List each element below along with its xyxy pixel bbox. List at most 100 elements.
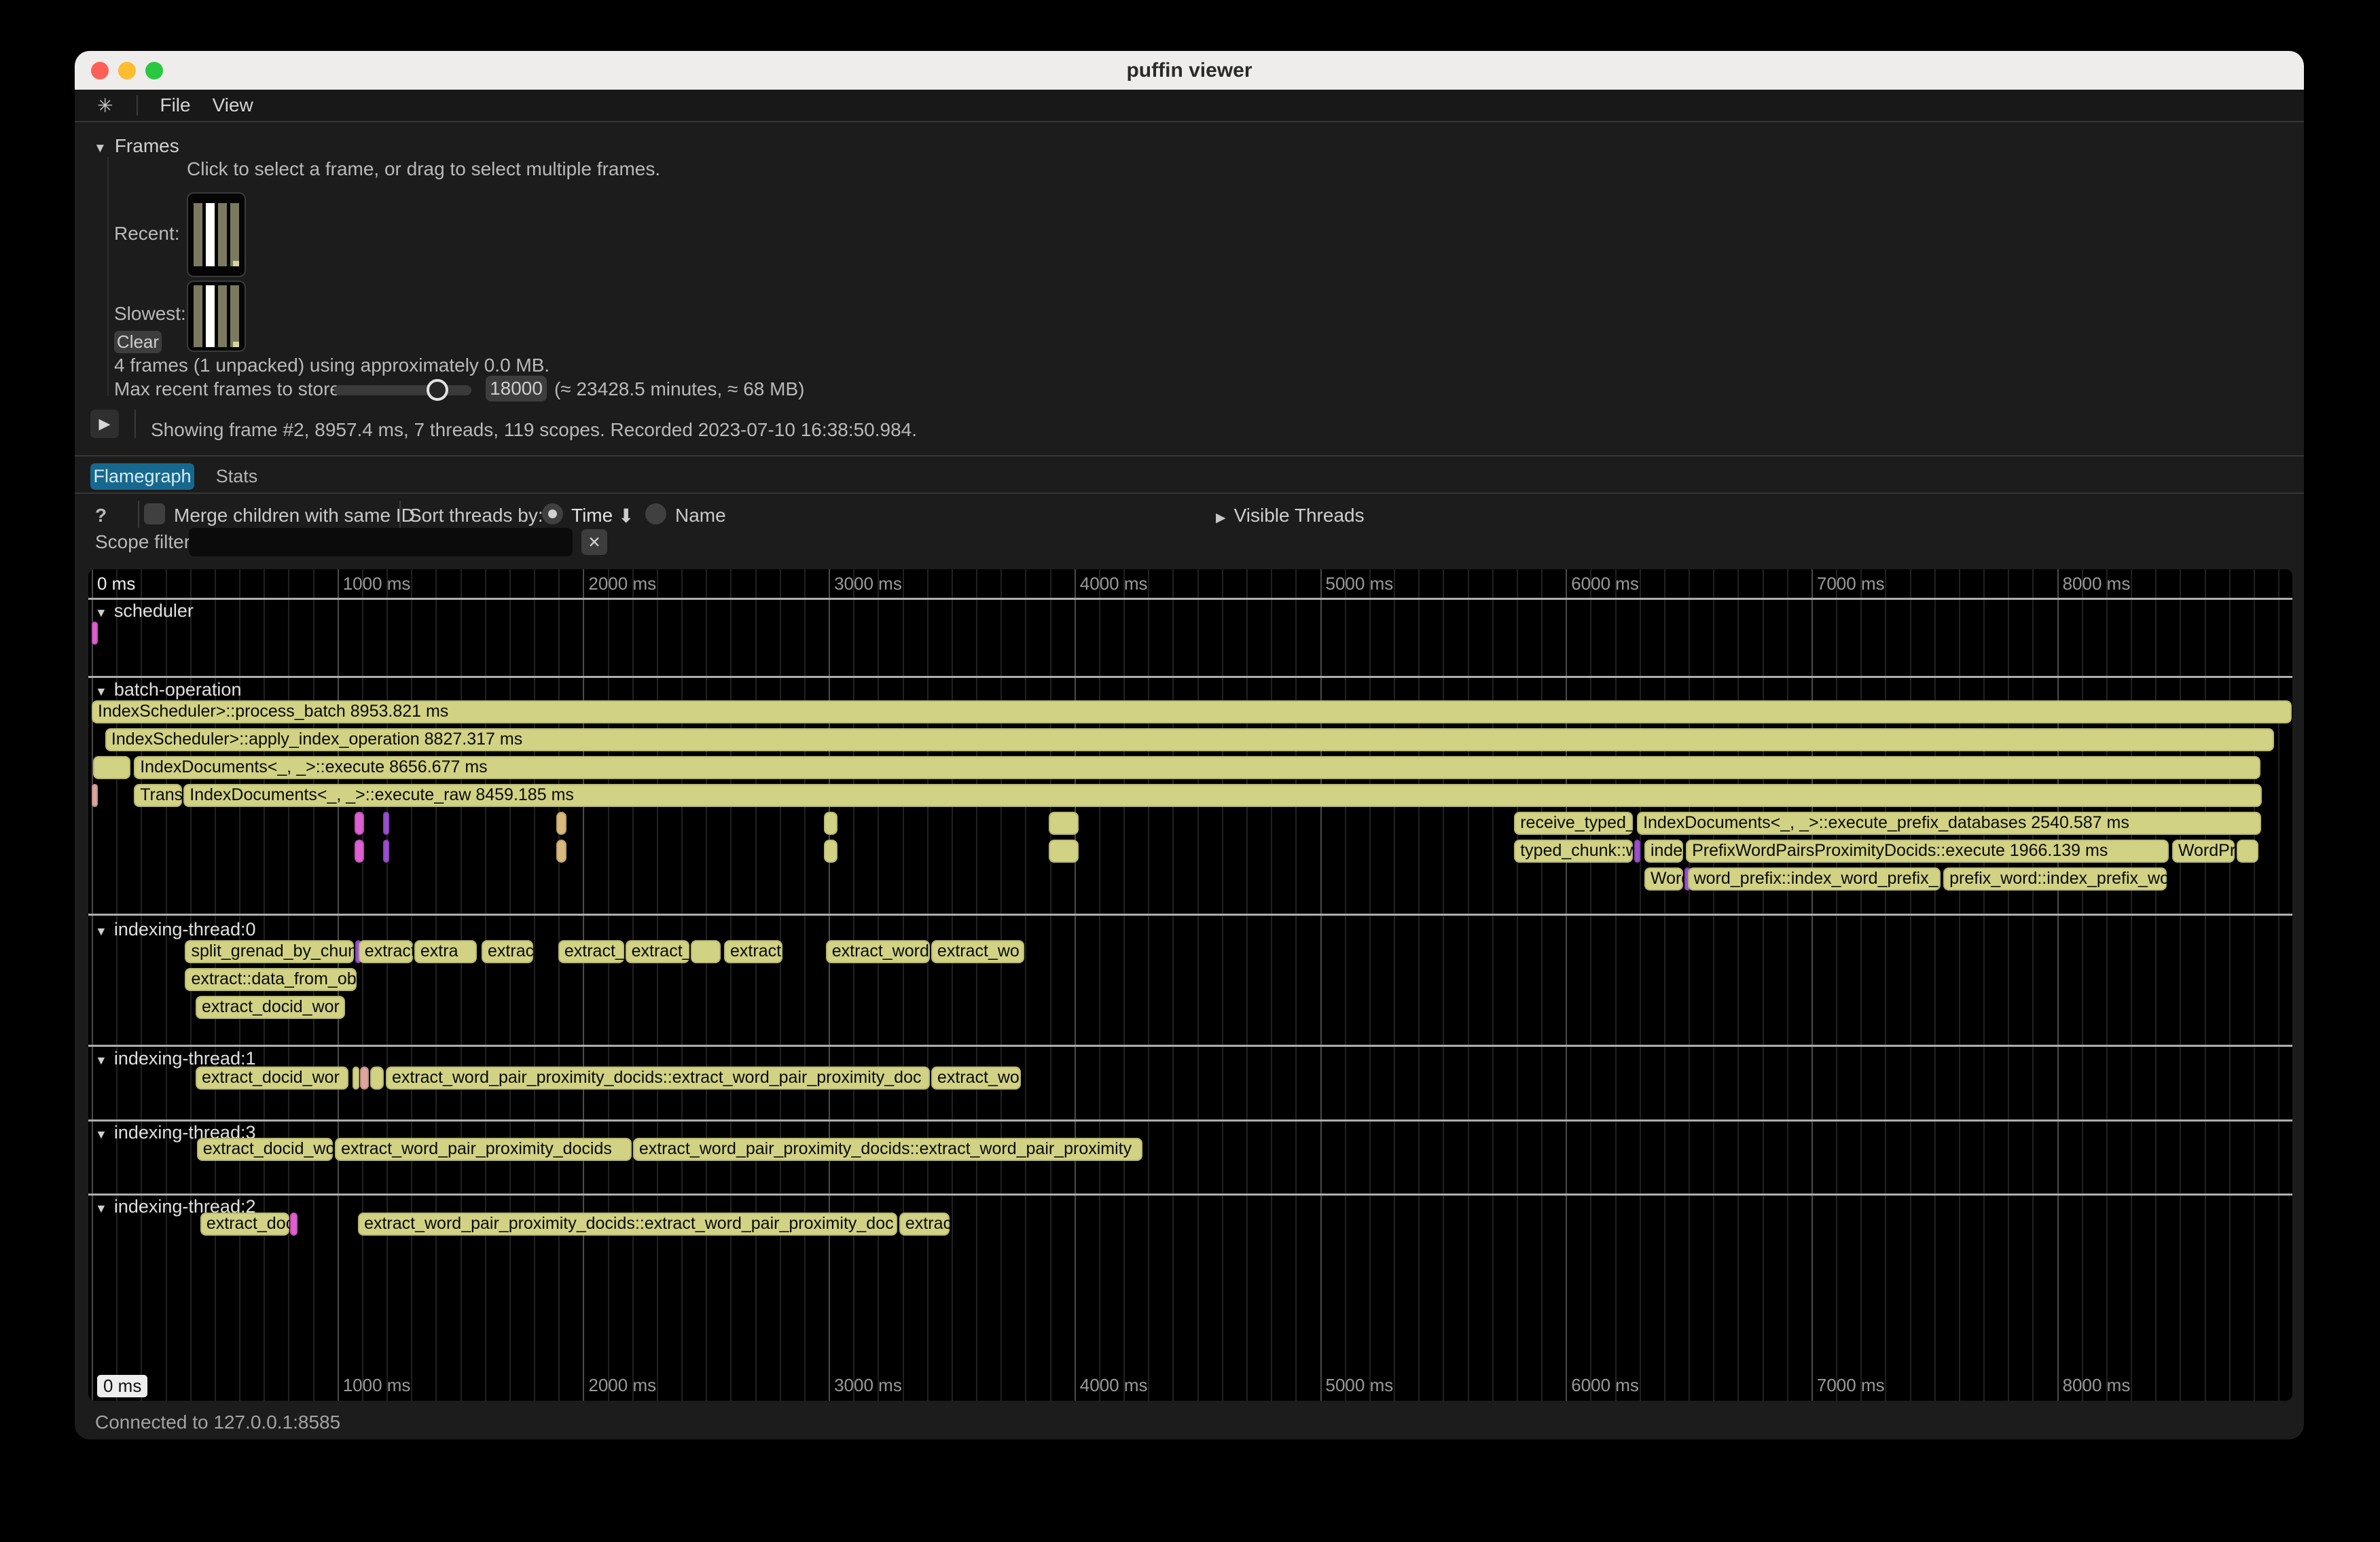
recent-frames-thumbnail[interactable] (187, 192, 246, 277)
frames-section-header[interactable]: ▼Frames (94, 135, 179, 157)
scope-bar[interactable] (383, 812, 389, 835)
frame-bar (194, 285, 202, 347)
scope-bar[interactable] (370, 1066, 384, 1090)
scope-bar[interactable]: extract_ (558, 940, 624, 963)
scope-bar[interactable] (1634, 840, 1640, 863)
thread-header[interactable]: ▼scheduler (95, 600, 194, 622)
scope-bar[interactable] (556, 812, 566, 835)
help-button[interactable]: ? (95, 505, 107, 526)
scope-bar[interactable]: extract_word_pair_proximity_docids::extr… (386, 1066, 930, 1090)
minor-gridline (1836, 569, 1837, 1401)
flamegraph-canvas[interactable]: 0 ms0 ms1000 ms1000 ms2000 ms2000 ms3000… (88, 569, 2292, 1401)
scope-bar[interactable] (92, 784, 98, 807)
scope-bar[interactable]: word_prefix::index_word_prefix_ (1688, 867, 1941, 891)
scope-bar[interactable]: prefix_word::index_prefix_wo (1943, 867, 2167, 891)
scope-bar[interactable]: extract (724, 940, 782, 963)
minor-gridline (657, 569, 658, 1401)
tab-flamegraph[interactable]: Flamegraph (90, 463, 194, 490)
scope-bar[interactable]: extract_ (626, 940, 689, 963)
scope-bar[interactable]: extract::data_from_ob (185, 968, 356, 991)
sort-direction-icon[interactable]: ⬇ (618, 505, 634, 527)
status-text: Connected to 127.0.0.1:8585 (95, 1412, 340, 1433)
time-tick-label: 1000 ms (343, 1375, 411, 1396)
major-gridline (2057, 569, 2059, 1401)
minor-gridline (1541, 569, 1543, 1401)
minor-gridline (804, 569, 806, 1401)
scope-bar[interactable]: Word (1644, 867, 1683, 891)
minor-gridline (485, 569, 486, 1401)
scope-bar[interactable] (93, 756, 130, 779)
scope-bar[interactable] (2237, 840, 2258, 863)
scope-bar[interactable] (1049, 840, 1079, 863)
merge-children-checkbox[interactable] (144, 503, 165, 524)
theme-toggle-icon[interactable]: ✳ (97, 94, 113, 117)
scope-bar[interactable] (360, 1066, 369, 1090)
scope-bar[interactable]: extract_docid_wor (196, 1066, 348, 1090)
major-gridline (1320, 569, 1322, 1401)
scope-bar[interactable] (355, 840, 364, 863)
scope-bar[interactable]: typed_chunk::w (1514, 840, 1632, 863)
scope-bar[interactable] (92, 622, 98, 645)
scope-bar[interactable]: IndexScheduler>::process_batch 8953.821 … (92, 700, 2292, 723)
scope-bar[interactable] (691, 940, 721, 963)
thread-header[interactable]: ▼indexing-thread:0 (95, 919, 255, 940)
slider-knob[interactable] (427, 379, 448, 401)
sort-name-radio[interactable] (645, 503, 666, 524)
menu-view[interactable]: View (213, 94, 253, 116)
scope-bar[interactable]: receive_typed_ (1514, 812, 1632, 835)
max-frames-value[interactable]: 18000 (486, 376, 547, 401)
scope-bar[interactable]: extract_docid_word (197, 1138, 333, 1161)
scope-bar[interactable]: extract_word_pair_proximity_docids::extr… (633, 1138, 1142, 1161)
scope-bar[interactable]: PrefixWordPairsProximityDocids::execute … (1686, 840, 2169, 863)
scope-bar[interactable] (290, 1213, 298, 1236)
scope-filter-input[interactable] (189, 528, 573, 556)
collapsed-triangle-icon: ▶ (1216, 511, 1226, 525)
menu-file[interactable]: File (160, 94, 190, 116)
scope-bar[interactable]: split_grenad_by_chun (185, 940, 354, 963)
slowest-frames-thumbnail[interactable] (187, 281, 246, 352)
minor-gridline (730, 569, 732, 1401)
scope-bar[interactable] (824, 840, 837, 863)
scope-bar[interactable]: extract (359, 940, 413, 963)
minor-gridline (1713, 569, 1714, 1401)
scope-bar[interactable]: extract_word (826, 940, 930, 963)
scope-bar[interactable]: IndexDocuments<_, _>::execute 8656.677 m… (134, 756, 2260, 779)
scope-bar[interactable] (824, 812, 837, 835)
scope-bar[interactable]: extra (414, 940, 477, 963)
scope-bar[interactable] (353, 1066, 359, 1090)
scope-bar[interactable]: extract_wo (931, 1066, 1021, 1090)
scope-bar[interactable]: WordPr (2172, 840, 2235, 863)
scope-bar[interactable] (383, 840, 389, 863)
scope-bar[interactable] (556, 840, 566, 863)
scope-bar[interactable] (1049, 812, 1079, 835)
major-gridline (92, 569, 93, 1401)
scope-bar[interactable]: extract_word_pair_proximity_docids (335, 1138, 632, 1161)
play-button[interactable]: ▶ (90, 410, 119, 438)
clear-button[interactable]: Clear (114, 331, 162, 353)
scope-bar[interactable]: IndexScheduler>::apply_index_operation 8… (105, 728, 2274, 751)
clear-filter-button[interactable]: ✕ (581, 529, 607, 555)
scope-bar[interactable]: extract_docid_wor (196, 996, 345, 1019)
frame-bar-notch (233, 342, 239, 347)
scope-bar[interactable]: extract_doc (200, 1213, 289, 1236)
merge-children-label: Merge children with same ID (174, 505, 415, 526)
scope-bar[interactable]: extract_word_pair_proximity_docids::extr… (358, 1213, 897, 1236)
section-divider (88, 1119, 2292, 1122)
sort-time-radio[interactable] (542, 503, 563, 524)
scope-bar[interactable]: extrac (899, 1213, 950, 1236)
scope-bar[interactable]: IndexDocuments<_, _>::execute_prefix_dat… (1637, 812, 2261, 835)
scope-bar[interactable]: extrac (482, 940, 533, 963)
max-frames-slider[interactable] (334, 385, 471, 395)
minor-gridline (780, 569, 781, 1401)
minor-gridline (1959, 569, 1960, 1401)
frame-bar (218, 203, 227, 266)
scope-bar[interactable] (355, 812, 364, 835)
thread-header[interactable]: ▼batch-operation (95, 679, 241, 700)
visible-threads-toggle[interactable]: ▶Visible Threads (1216, 505, 1365, 526)
scope-bar[interactable]: extract_wo (931, 940, 1024, 963)
time-tick-label: 8000 ms (2063, 573, 2131, 594)
scope-bar[interactable]: index (1644, 840, 1683, 863)
scope-bar[interactable]: Trans (134, 784, 182, 807)
tab-stats[interactable]: Stats (208, 463, 266, 490)
scope-bar[interactable]: IndexDocuments<_, _>::execute_raw 8459.1… (183, 784, 2262, 807)
